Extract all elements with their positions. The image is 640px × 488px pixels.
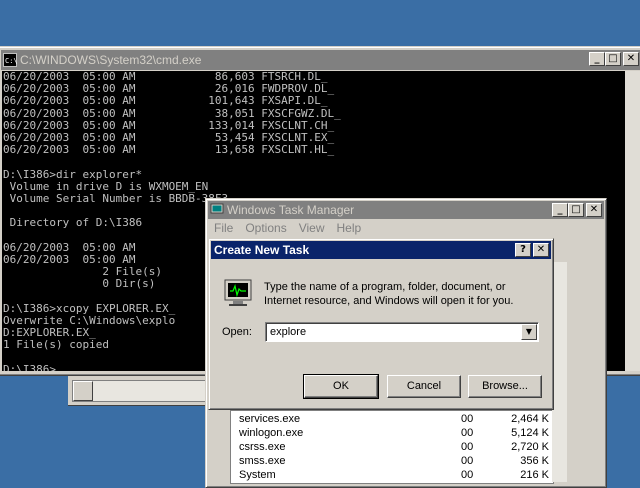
table-row[interactable]: winlogon.exe 00 5,124 K (235, 427, 557, 441)
console-line: 06/20/2003 05:00 AM 13,658 FXSCLNT.HL_ (3, 143, 335, 157)
background-window-fragment (68, 376, 209, 406)
cmd-scrollbar[interactable] (625, 71, 640, 371)
task-manager-title: Windows Task Manager (227, 203, 355, 217)
task-manager-icon (210, 203, 224, 216)
process-list[interactable]: services.exe 00 2,464 K winlogon.exe 00 … (230, 410, 554, 484)
scroll-left-button[interactable] (73, 381, 93, 401)
task-manager-titlebar[interactable]: Windows Task Manager _ □ ✕ (208, 201, 604, 219)
task-manager-minimize-button[interactable]: _ (552, 203, 568, 217)
table-row[interactable]: services.exe 00 2,464 K (235, 413, 557, 427)
menu-view[interactable]: View (299, 221, 325, 239)
process-list-scrollbar[interactable] (552, 262, 567, 482)
open-combobox[interactable]: ▼ (265, 322, 539, 342)
cmd-titlebar[interactable]: C:\ C:\WINDOWS\System32\cmd.exe _ □ ✕ (1, 50, 640, 70)
menu-options[interactable]: Options (245, 221, 286, 239)
task-manager-menubar: File Options View Help (210, 221, 361, 239)
dialog-close-button[interactable]: ✕ (533, 243, 549, 257)
dialog-title: Create New Task (214, 243, 310, 257)
create-new-task-dialog[interactable]: Create New Task ? ✕ Type the name of a p… (208, 238, 554, 410)
cmd-close-button[interactable]: ✕ (623, 52, 639, 66)
cmd-minimize-button[interactable]: _ (589, 52, 605, 66)
cmd-maximize-button[interactable]: □ (605, 52, 621, 66)
console-line: 06/20/2003 05:00 AM 101,643 FXSAPI.DL_ (3, 94, 328, 108)
run-program-icon (224, 279, 252, 306)
ok-button[interactable]: OK (303, 374, 379, 399)
menu-help[interactable]: Help (337, 221, 362, 239)
menu-file[interactable]: File (214, 221, 233, 239)
console-line: D:\I386>dir explorer* (3, 167, 143, 181)
background-horizontal-scrollbar[interactable] (72, 380, 206, 402)
svg-text:C:\: C:\ (5, 57, 17, 65)
console-line: 06/20/2003 05:00 AM 38,051 FXSCFGWZ.DL_ (3, 106, 341, 120)
help-button[interactable]: ? (515, 243, 531, 257)
open-label: Open: (222, 326, 252, 338)
browse-button[interactable]: Browse... (468, 375, 542, 398)
cmd-icon: C:\ (3, 53, 17, 67)
cmd-title: C:\WINDOWS\System32\cmd.exe (20, 53, 202, 67)
cancel-button[interactable]: Cancel (387, 375, 461, 398)
task-manager-maximize-button[interactable]: □ (568, 203, 584, 217)
chevron-down-icon[interactable]: ▼ (521, 324, 537, 340)
table-row[interactable]: System 00 216 K (235, 469, 557, 483)
open-input[interactable] (268, 324, 522, 340)
dialog-titlebar[interactable]: Create New Task ? ✕ (211, 241, 551, 259)
table-row[interactable]: csrss.exe 00 2,720 K (235, 441, 557, 455)
dialog-description: Type the name of a program, folder, docu… (264, 281, 514, 307)
task-manager-close-button[interactable]: ✕ (586, 203, 602, 217)
table-row[interactable]: smss.exe 00 356 K (235, 455, 557, 469)
